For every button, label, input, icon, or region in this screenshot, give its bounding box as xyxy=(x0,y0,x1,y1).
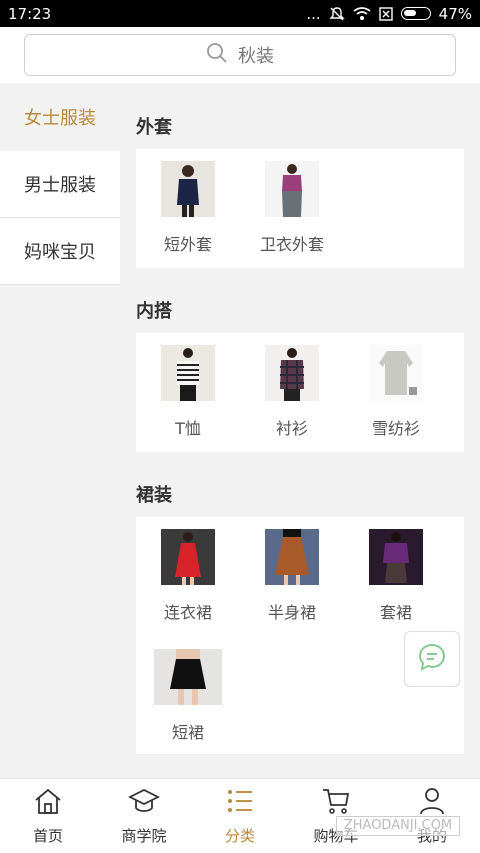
cart-icon xyxy=(321,787,351,819)
watermark: ZHAODANJI.COM xyxy=(336,816,460,836)
search-placeholder: 秋装 xyxy=(238,46,274,67)
user-icon xyxy=(417,787,447,819)
category-list-icon xyxy=(225,787,255,819)
search-input[interactable]: 秋装 xyxy=(24,34,456,76)
tab-category[interactable]: 分类 xyxy=(192,779,288,853)
category-item-dress[interactable]: 连衣裙 xyxy=(136,529,240,623)
battery-icon xyxy=(400,7,431,20)
category-item-label: 雪纺衫 xyxy=(371,419,420,438)
notification-dots: ... xyxy=(306,4,321,23)
category-item-short-jacket[interactable]: 短外套 xyxy=(136,161,240,255)
category-item-tshirt[interactable]: T恤 xyxy=(136,345,240,439)
category-item-label: 短外套 xyxy=(163,235,212,254)
half-skirt-thumbnail xyxy=(265,529,319,585)
sidebar-item-mom-baby[interactable]: 妈咪宝贝 xyxy=(0,218,120,285)
tab-label: 分类 xyxy=(224,826,255,845)
category-item-chiffon-shirt[interactable]: 雪纺衫 xyxy=(344,345,448,439)
battery-percent: 47% xyxy=(438,4,472,23)
status-bar: 17:23 ... 47% xyxy=(0,0,480,27)
home-icon xyxy=(33,787,63,819)
tab-label: 商学院 xyxy=(121,826,167,845)
category-item-label: 短裙 xyxy=(171,723,204,742)
category-item-label: 卫衣外套 xyxy=(259,235,324,254)
chat-bubble-icon xyxy=(417,642,447,676)
category-item-label: 衬衫 xyxy=(275,419,308,438)
section-card-innerwear: T恤 衬衫 雪纺衫 xyxy=(136,333,464,452)
chiffon-shirt-thumbnail xyxy=(369,345,423,401)
graduation-cap-icon xyxy=(127,787,161,819)
section-title-outerwear: 外套 xyxy=(136,117,172,138)
shirt-thumbnail xyxy=(265,345,319,401)
sidebar-item-label: 妈咪宝贝 xyxy=(24,242,96,263)
category-item-label: 半身裙 xyxy=(267,603,316,622)
short-skirt-thumbnail xyxy=(154,649,222,705)
hoodie-jacket-thumbnail xyxy=(265,161,319,217)
sidebar-item-mens[interactable]: 男士服装 xyxy=(0,151,120,218)
category-item-label: 连衣裙 xyxy=(163,603,212,622)
section-card-outerwear: 短外套 卫衣外套 xyxy=(136,149,464,268)
mute-icon xyxy=(328,6,345,22)
status-time: 17:23 xyxy=(8,4,52,23)
no-sim-icon xyxy=(378,6,393,21)
sidebar-item-label: 男士服装 xyxy=(24,175,96,196)
category-item-short-skirt[interactable]: 短裙 xyxy=(136,649,240,743)
category-sidebar: 女士服装 男士服装 妈咪宝贝 xyxy=(0,83,120,778)
sidebar-item-womens[interactable]: 女士服装 xyxy=(0,83,120,151)
suit-skirt-thumbnail xyxy=(369,529,423,585)
search-bar: 秋装 xyxy=(0,27,480,83)
category-item-label: 套裙 xyxy=(379,603,412,622)
section-title-innerwear: 内搭 xyxy=(136,301,172,322)
sidebar-item-label: 女士服装 xyxy=(24,108,96,129)
category-item-shirt[interactable]: 衬衫 xyxy=(240,345,344,439)
tshirt-thumbnail xyxy=(161,345,215,401)
tab-label: 首页 xyxy=(32,826,63,845)
wifi-icon xyxy=(353,6,371,21)
tab-home[interactable]: 首页 xyxy=(0,779,96,853)
tab-business-school[interactable]: 商学院 xyxy=(96,779,192,853)
section-title-skirts: 裙装 xyxy=(136,485,172,506)
category-item-hoodie-jacket[interactable]: 卫衣外套 xyxy=(240,161,344,255)
search-icon xyxy=(206,42,228,69)
category-item-label: T恤 xyxy=(175,419,201,438)
status-icons: ... 47% xyxy=(306,5,472,23)
category-item-half-skirt[interactable]: 半身裙 xyxy=(240,529,344,623)
dress-thumbnail xyxy=(161,529,215,585)
category-item-suit-skirt[interactable]: 套裙 xyxy=(344,529,448,623)
chat-button[interactable] xyxy=(404,631,460,687)
short-jacket-thumbnail xyxy=(161,161,215,217)
